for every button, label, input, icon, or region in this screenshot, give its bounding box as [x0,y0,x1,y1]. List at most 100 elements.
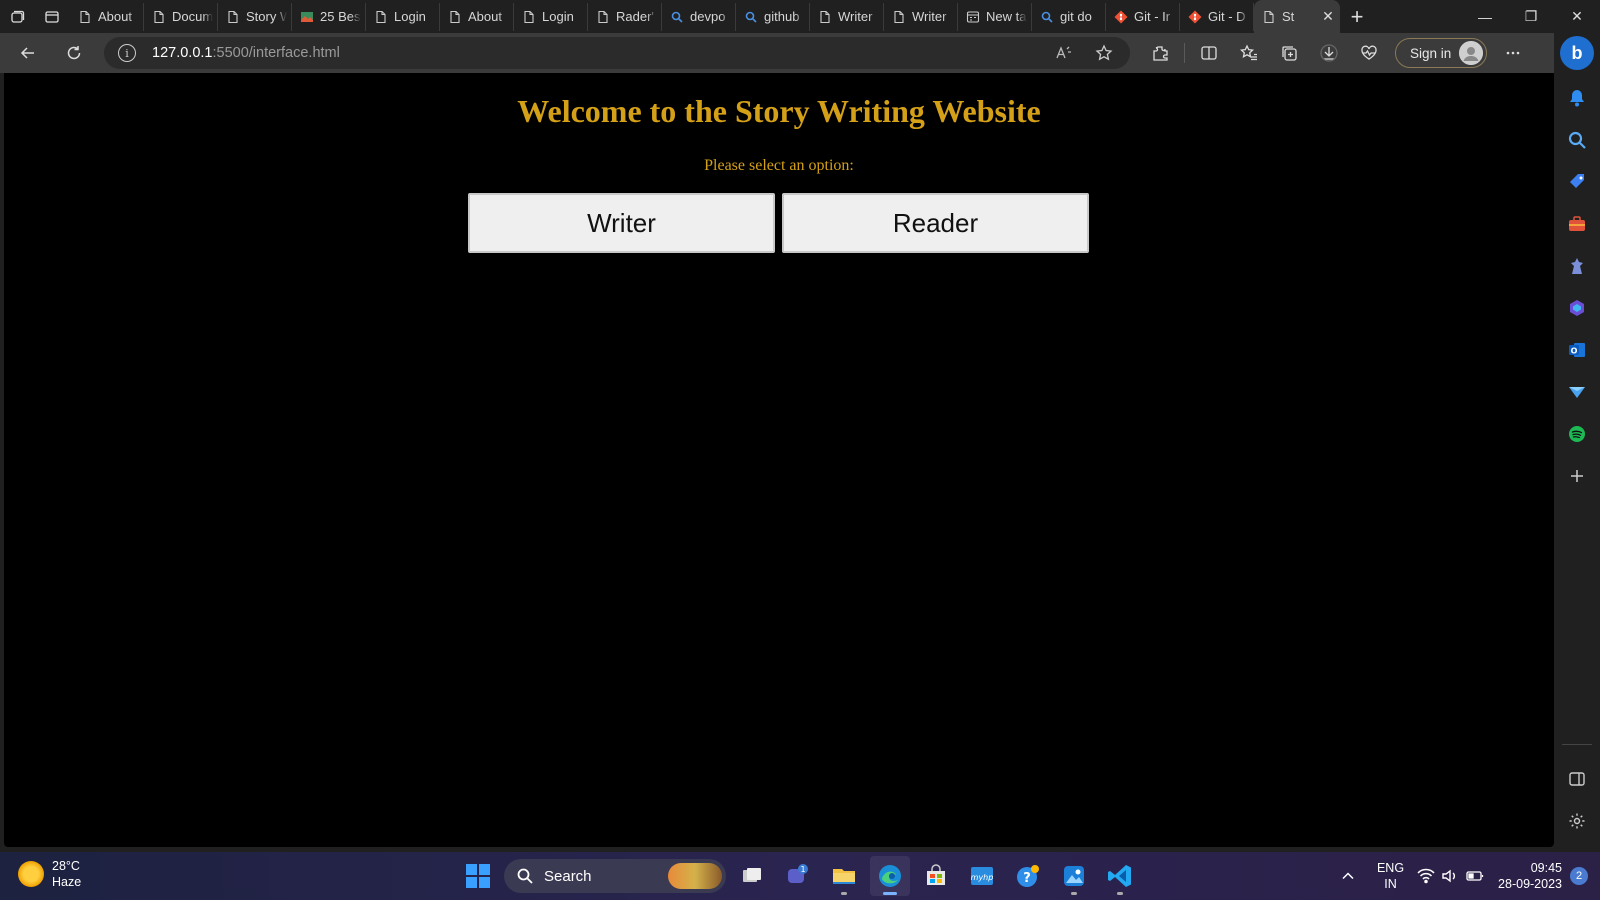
site-info-icon[interactable]: i [118,44,136,62]
tab[interactable]: Git - Ir [1106,2,1180,31]
settings-more-icon[interactable] [1493,35,1533,71]
restore-icon[interactable]: ❐ [1508,0,1554,33]
tab[interactable]: Rader' [588,2,662,31]
tab[interactable]: 25 Best [292,2,366,31]
tab[interactable]: Login [366,2,440,31]
extensions-icon[interactable] [1140,35,1180,71]
tab-actions-icon[interactable] [34,0,70,33]
collections-icon[interactable] [1269,35,1309,71]
microsoft-365-icon[interactable] [1559,290,1595,326]
notification-count-badge[interactable]: 2 [1570,867,1588,885]
split-screen-icon[interactable] [1189,35,1229,71]
tab[interactable]: About [70,2,144,31]
search-icon [517,868,533,884]
task-view-icon[interactable] [732,856,772,896]
get-help-icon[interactable]: ? [1008,856,1048,896]
address-bar[interactable]: i 127.0.0.1:5500/interface.html [104,37,1130,69]
tab-title: About [98,9,132,24]
drop-send-icon[interactable] [1559,374,1595,410]
tab-strip: About Document Story W 25 Best Login About Log… [0,0,1600,33]
toolbar-divider [1184,43,1185,63]
tab-list: About Document Story W 25 Best Login About Log… [70,0,1340,33]
tab-title: St [1282,9,1295,24]
minimize-icon[interactable]: — [1462,0,1508,33]
tab[interactable]: Git - D [1180,2,1254,31]
tab[interactable]: Document [144,2,218,31]
tab[interactable]: Writer [884,2,958,31]
vscode-icon[interactable] [1100,856,1140,896]
tab-title: Writer [912,9,947,24]
clock[interactable]: 09:45 28-09-2023 [1498,860,1562,892]
back-button[interactable] [8,35,48,71]
clock-date: 28-09-2023 [1498,877,1562,891]
avatar [1459,41,1484,65]
microsoft-store-icon[interactable] [916,856,956,896]
sign-in-button[interactable]: Sign in [1395,38,1488,68]
windows-taskbar: 28°C Haze Search 1 myhp ? ENG IN 09:45 2… [0,852,1600,900]
notifications-icon[interactable] [1559,80,1595,116]
hide-sidebar-icon[interactable] [1559,761,1595,797]
tab[interactable]: devpo [662,2,736,31]
close-window-icon[interactable]: ✕ [1554,0,1600,33]
reader-button[interactable]: Reader [782,193,1089,253]
tools-briefcase-icon[interactable] [1559,206,1595,242]
volume-icon[interactable] [1438,868,1462,884]
page-icon [818,10,832,24]
writer-button[interactable]: Writer [468,193,775,253]
tab-title: devpo [690,9,726,24]
mcafee-app-icon[interactable]: myhp [962,856,1002,896]
tab[interactable]: Login [514,2,588,31]
taskbar-search[interactable]: Search [504,859,726,893]
close-tab-icon[interactable]: ✕ [1320,8,1336,25]
search-icon [1040,10,1054,24]
search-icon [670,10,684,24]
show-hidden-icons-chevron-icon[interactable] [1333,869,1363,883]
tab-title: Git - D [1208,9,1246,24]
browser-essentials-icon[interactable] [1349,35,1389,71]
tab-active[interactable]: St ✕ [1254,0,1340,33]
new-tab-button[interactable]: + [1340,0,1374,33]
workspaces-icon[interactable] [0,0,34,33]
customize-sidebar-gear-icon[interactable] [1559,803,1595,839]
url-text[interactable]: 127.0.0.1:5500/interface.html [152,45,340,61]
teams-chat-icon[interactable]: 1 [778,856,818,896]
search-icon[interactable] [1559,122,1595,158]
shopping-tag-icon[interactable] [1559,164,1595,200]
tab[interactable]: github [736,2,810,31]
page-title: Welcome to the Story Writing Website [517,93,1041,129]
wifi-icon[interactable] [1414,868,1438,884]
search-highlight-image [668,863,722,889]
running-indicator [1117,892,1123,895]
downloads-icon[interactable] [1309,35,1349,71]
spotify-icon[interactable] [1559,416,1595,452]
refresh-button[interactable] [54,35,94,71]
edge-browser-icon[interactable] [870,856,910,896]
language-code: ENG [1376,861,1405,875]
image-icon [300,10,314,24]
sign-in-label: Sign in [1410,45,1452,61]
tab[interactable]: Story W [218,2,292,31]
tab[interactable]: New ta [958,2,1032,31]
windows-start-icon[interactable] [458,856,498,896]
active-indicator [883,892,897,895]
weather-widget[interactable]: 28°C Haze [18,858,81,890]
tab[interactable]: git do [1032,2,1106,31]
running-indicator [841,892,847,895]
running-indicator [1071,892,1077,895]
photos-app-icon[interactable] [1054,856,1094,896]
tab[interactable]: Writer [810,2,884,31]
games-icon[interactable] [1559,248,1595,284]
clock-time: 09:45 [1530,861,1562,875]
battery-icon[interactable] [1462,870,1488,882]
favorite-star-icon[interactable] [1086,37,1122,69]
sidebar-divider [1562,744,1592,745]
add-sidebar-app-icon[interactable] [1559,458,1595,494]
favorites-icon[interactable] [1229,35,1269,71]
bing-copilot-icon[interactable]: b [1560,36,1594,70]
tab-title: Story W [246,9,287,24]
language-indicator[interactable]: ENG IN [1377,860,1404,892]
outlook-icon[interactable]: O [1559,332,1595,368]
read-aloud-icon[interactable] [1046,37,1082,69]
file-explorer-icon[interactable] [824,856,864,896]
tab[interactable]: About [440,2,514,31]
